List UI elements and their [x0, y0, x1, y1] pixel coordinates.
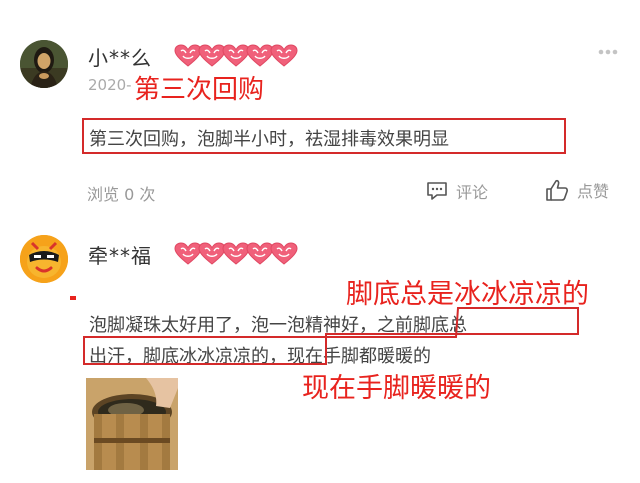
foot-bath-photo-image: [86, 378, 178, 470]
review-photo-thumbnail[interactable]: [86, 378, 178, 470]
annotation-warm-hands-feet: 现在手脚暖暖的: [302, 373, 491, 404]
